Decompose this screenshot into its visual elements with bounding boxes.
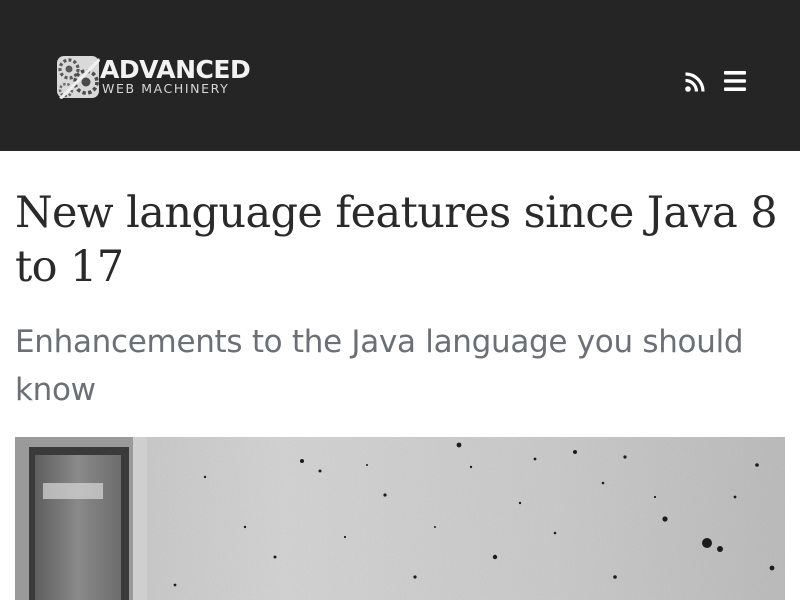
- hero-image: [15, 437, 785, 600]
- hero-photo: [15, 437, 785, 600]
- rss-icon: [685, 72, 705, 92]
- logo-subtitle: WEB MACHINERY: [102, 81, 230, 96]
- article-subtitle: Enhancements to the Java language you sh…: [15, 324, 744, 408]
- article-title: New language features since Java 8 to 17: [15, 188, 778, 292]
- site-logo[interactable]: ADVANCED WEB MACHINERY: [56, 55, 266, 101]
- hamburger-menu-icon: [724, 71, 746, 91]
- site-header: ADVANCED WEB MACHINERY: [0, 0, 800, 151]
- gears-logo-icon: [57, 56, 100, 99]
- rss-feed-button[interactable]: [684, 71, 706, 93]
- menu-button[interactable]: [722, 69, 748, 93]
